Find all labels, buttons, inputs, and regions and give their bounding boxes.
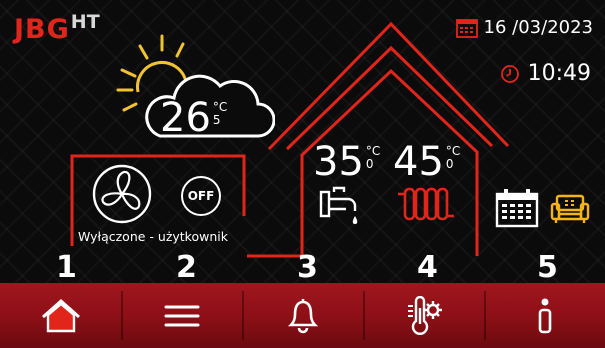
off-toggle-button[interactable]: OFF xyxy=(181,176,221,216)
hot-water-temperature: 35 °C 0 xyxy=(313,139,381,185)
nav-home-button[interactable] xyxy=(0,283,121,348)
info-icon xyxy=(538,298,551,333)
bottom-nav-bar xyxy=(0,283,605,348)
nav-number-1: 1 xyxy=(56,250,77,285)
status-label: Wyłączone - użytkownik xyxy=(78,229,228,244)
main-screen: JBGHT 16 /03/2023 10:49 26 °C 5 OFF Wyłą… xyxy=(0,0,605,348)
nav-number-5: 5 xyxy=(537,250,558,285)
nav-alarms-button[interactable] xyxy=(242,283,363,348)
nav-menu-button[interactable] xyxy=(121,283,242,348)
nav-number-2: 2 xyxy=(176,250,197,285)
bell-icon xyxy=(287,298,318,333)
heating-temperature: 45 °C 0 xyxy=(393,139,461,185)
thermometer-gear-icon xyxy=(407,295,442,335)
schedule-calendar-icon[interactable] xyxy=(495,188,539,228)
off-label: OFF xyxy=(187,189,215,203)
nav-info-button[interactable] xyxy=(484,283,605,348)
faucet-icon[interactable] xyxy=(318,186,364,226)
radiator-icon[interactable] xyxy=(396,184,458,224)
nav-settings-button[interactable] xyxy=(363,283,484,348)
sofa-icon[interactable] xyxy=(550,193,590,225)
nav-number-3: 3 xyxy=(297,250,318,285)
nav-number-4: 4 xyxy=(417,250,438,285)
fan-icon[interactable] xyxy=(86,163,158,225)
home-icon xyxy=(41,298,80,332)
menu-icon xyxy=(164,305,199,326)
